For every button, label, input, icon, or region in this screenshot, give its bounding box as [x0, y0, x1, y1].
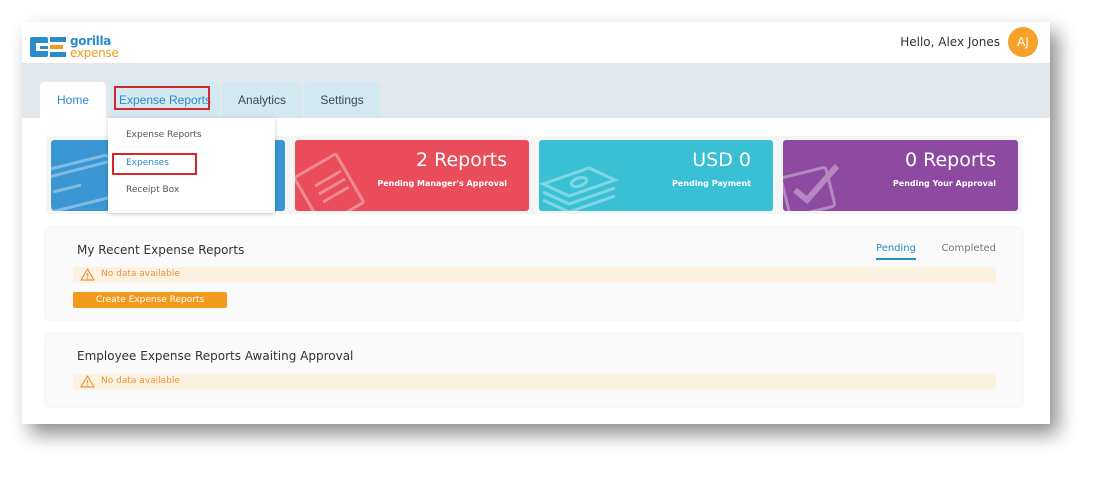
card-value: 2 Reports: [415, 149, 507, 171]
summary-card-pending-payment[interactable]: USD 0 Pending Payment: [539, 140, 773, 211]
document-icon: [295, 152, 365, 211]
greeting-text: Hello, Alex Jones: [900, 35, 1000, 49]
create-expense-reports-button[interactable]: Create Expense Reports: [73, 292, 227, 308]
recent-expense-reports-panel: My Recent Expense Reports Pending Comple…: [46, 228, 1022, 320]
no-data-text: No data available: [101, 376, 180, 386]
tab-analytics[interactable]: Analytics: [222, 82, 302, 118]
awaiting-approval-panel: Employee Expense Reports Awaiting Approv…: [46, 334, 1022, 406]
top-bar: gorilla expense Hello, Alex Jones AJ: [22, 22, 1050, 64]
logo-mark-icon: [30, 37, 66, 57]
tab-settings[interactable]: Settings: [304, 82, 380, 118]
logo-wordmark-gorilla: gorilla: [70, 33, 112, 48]
gorilla-expense-logo[interactable]: gorilla expense: [30, 33, 119, 60]
card-label: Pending Your Approval: [892, 179, 996, 188]
summary-card-pending-manager[interactable]: 2 Reports Pending Manager's Approval: [295, 140, 529, 211]
tab-pending[interactable]: Pending: [876, 243, 916, 260]
warning-icon: [80, 375, 95, 388]
main-nav: Home Expense Reports Analytics Settings: [22, 64, 1050, 118]
highlight-box-expenses-item: [112, 153, 197, 175]
money-stack-icon: [539, 166, 619, 211]
user-avatar[interactable]: AJ: [1008, 27, 1038, 57]
logo-wordmark-expense: expense: [70, 45, 119, 60]
highlight-box-expense-reports-tab: [114, 86, 210, 110]
tab-completed[interactable]: Completed: [941, 243, 996, 254]
dropdown-item-receipt-box[interactable]: Receipt Box: [126, 185, 179, 195]
app-window: gorilla expense Hello, Alex Jones AJ Hom…: [22, 22, 1050, 424]
checkbox-icon: [783, 164, 840, 211]
no-data-text: No data available: [101, 269, 180, 279]
summary-card-pending-your-approval[interactable]: 0 Reports Pending Your Approval: [783, 140, 1018, 211]
panel-title: Employee Expense Reports Awaiting Approv…: [77, 349, 354, 363]
card-label: Pending Manager's Approval: [377, 179, 507, 188]
no-data-alert: No data available: [73, 374, 996, 390]
card-value: USD 0: [692, 149, 751, 171]
panel-title: My Recent Expense Reports: [77, 243, 245, 257]
tab-home[interactable]: Home: [40, 82, 106, 118]
warning-icon: [80, 268, 95, 281]
no-data-alert: No data available: [73, 267, 996, 283]
dropdown-item-expense-reports[interactable]: Expense Reports: [126, 130, 202, 140]
card-label: Pending Payment: [672, 179, 751, 188]
card-value: 0 Reports: [904, 149, 996, 171]
